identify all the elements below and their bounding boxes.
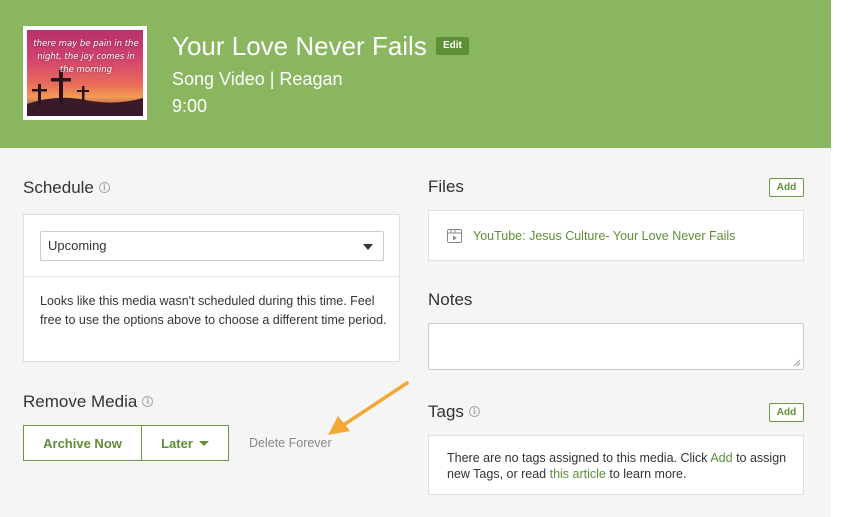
notes-heading: Notes xyxy=(428,290,473,309)
schedule-card: Upcoming Looks like this media wasn't sc… xyxy=(23,214,400,362)
caret-down-icon xyxy=(363,244,373,250)
remove-media-button-group: Archive Now Later xyxy=(23,425,229,461)
tags-empty-message: There are no tags assigned to this media… xyxy=(447,450,792,482)
later-label: Later xyxy=(161,435,193,451)
schedule-select-value: Upcoming xyxy=(48,238,107,253)
file-link[interactable]: YouTube: Jesus Culture- Your Love Never … xyxy=(473,229,735,243)
tags-msg-text: to learn more. xyxy=(605,467,687,481)
add-file-button[interactable]: Add xyxy=(769,178,804,197)
caret-down-icon xyxy=(198,440,209,446)
media-duration: 9:00 xyxy=(172,96,208,116)
info-icon[interactable]: i xyxy=(142,396,154,408)
article-link[interactable]: this article xyxy=(550,467,606,481)
file-item[interactable]: YouTube: Jesus Culture- Your Love Never … xyxy=(447,229,735,243)
archive-now-label: Archive Now xyxy=(43,435,122,451)
info-icon[interactable]: i xyxy=(468,406,480,418)
remove-media-heading: Remove Media i xyxy=(23,392,154,412)
notes-textarea[interactable] xyxy=(428,323,804,370)
media-header: there may be pain in the night, the joy … xyxy=(0,0,831,148)
tags-msg-text: There are no tags assigned to this media… xyxy=(447,451,711,465)
files-card: YouTube: Jesus Culture- Your Love Never … xyxy=(428,210,804,261)
media-thumbnail: there may be pain in the night, the joy … xyxy=(23,26,147,120)
schedule-heading-label: Schedule xyxy=(23,178,94,197)
media-title: Your Love Never Fails xyxy=(172,31,427,61)
later-dropdown-button[interactable]: Later xyxy=(142,425,229,461)
tags-heading-label: Tags xyxy=(428,402,464,421)
add-tag-link[interactable]: Add xyxy=(710,451,732,465)
annotation-arrow-icon xyxy=(328,381,409,435)
tags-card: There are no tags assigned to this media… xyxy=(428,435,804,495)
files-heading: Files xyxy=(428,177,464,196)
thumbnail-caption: there may be pain in the night, the joy … xyxy=(33,39,139,75)
tags-heading: Tags i xyxy=(428,402,480,422)
resize-grip-icon[interactable] xyxy=(793,359,801,367)
schedule-heading: Schedule i xyxy=(23,178,110,198)
film-icon xyxy=(447,229,462,243)
remove-media-heading-label: Remove Media xyxy=(23,392,138,411)
thumbnail-image: there may be pain in the night, the joy … xyxy=(27,30,143,116)
add-tag-button[interactable]: Add xyxy=(769,403,804,422)
info-icon[interactable]: i xyxy=(98,182,110,194)
edit-button[interactable]: Edit xyxy=(436,37,469,55)
archive-now-button[interactable]: Archive Now xyxy=(23,425,142,461)
card-divider xyxy=(24,276,399,277)
schedule-empty-message: Looks like this media wasn't scheduled d… xyxy=(40,294,387,327)
schedule-period-select[interactable]: Upcoming xyxy=(40,231,384,261)
media-subtitle: Song Video | Reagan xyxy=(172,69,343,89)
